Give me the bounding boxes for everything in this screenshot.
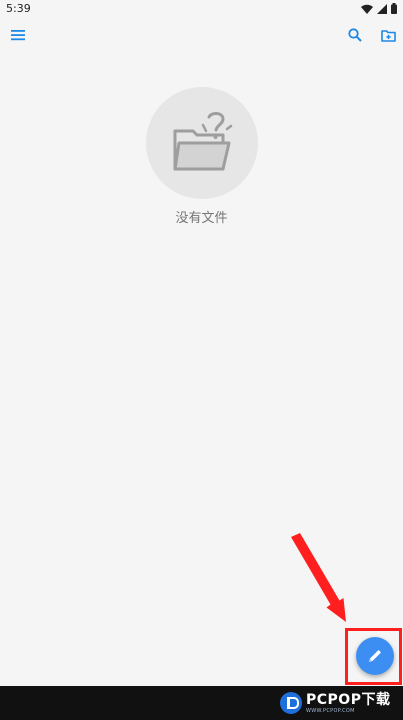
status-bar: 5:39 — [0, 0, 403, 17]
compose-pen-icon — [369, 650, 381, 662]
wifi-icon — [361, 4, 373, 14]
watermark-text: PCPOP下载 — [306, 691, 391, 708]
search-button[interactable] — [341, 21, 369, 49]
status-time: 5:39 — [6, 2, 31, 15]
signal-icon — [377, 3, 387, 14]
menu-icon — [11, 30, 25, 41]
watermark-subtext: WWW.PCPOP.COM — [306, 707, 355, 714]
empty-folder-question-icon — [173, 112, 233, 171]
app-bar — [0, 17, 403, 53]
empty-state-message: 没有文件 — [175, 211, 228, 226]
compose-fab-button[interactable] — [356, 637, 394, 675]
battery-icon — [391, 3, 397, 14]
search-icon — [348, 28, 362, 42]
menu-button[interactable] — [4, 21, 32, 49]
status-icons — [361, 3, 397, 14]
new-folder-icon — [380, 29, 396, 42]
watermark: PCPOP下载 WWW.PCPOP.COM — [280, 686, 403, 720]
empty-state-illustration — [146, 87, 258, 199]
watermark-logo-icon — [280, 692, 302, 714]
watermark-text-group: PCPOP下载 WWW.PCPOP.COM — [306, 693, 390, 714]
new-folder-button[interactable] — [374, 21, 402, 49]
